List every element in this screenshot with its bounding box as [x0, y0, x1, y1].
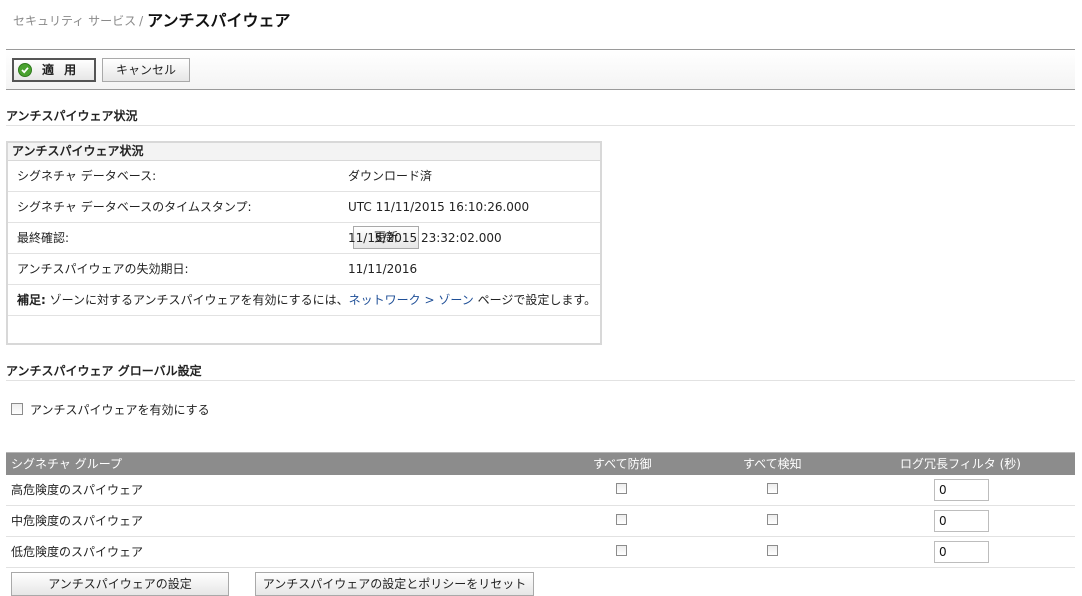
prevent-all-checkbox[interactable] [616, 514, 627, 525]
apply-button-label: 適 用 [42, 63, 80, 77]
status-row-timestamp: シグネチャ データベースのタイムスタンプ: UTC 11/11/2015 16:… [8, 192, 600, 249]
column-header-detect-all[interactable]: すべて検知 [743, 453, 802, 475]
apply-button[interactable]: 適 用 [12, 58, 96, 82]
signature-group-table: シグネチャ グループ すべて防御 すべて検知 ログ冗長フィルタ (秒) 高危険度… [6, 452, 1075, 568]
status-value: 11/15/2015 23:32:02.000 [348, 231, 502, 245]
status-label: 最終確認: [17, 231, 70, 245]
signature-group-name: 高危険度のスパイウェア [11, 483, 144, 497]
network-zone-link[interactable]: ネットワーク > ゾーン [349, 293, 474, 307]
signature-group-name: 低危険度のスパイウェア [11, 545, 144, 559]
status-row-last-checked: 最終確認: 11/15/2015 23:32:02.000 [8, 223, 600, 254]
status-row-signature-db: シグネチャ データベース: ダウンロード済 [8, 161, 600, 192]
signature-group-name: 中危険度のスパイウェア [11, 514, 144, 528]
antispyware-settings-button[interactable]: アンチスパイウェアの設定 [11, 572, 229, 596]
log-filter-input[interactable] [934, 541, 989, 563]
note-row: 補足: ゾーンに対するアンチスパイウェアを有効にするには、ネットワーク > ゾー… [8, 285, 600, 316]
note-suffix: ページで設定します。 [473, 293, 597, 307]
table-row: 高危険度のスパイウェア [6, 475, 1075, 506]
table-row: 低危険度のスパイウェア [6, 537, 1075, 568]
status-value: ダウンロード済 [348, 169, 433, 183]
status-box: アンチスパイウェア状況 シグネチャ データベース: ダウンロード済 シグネチャ … [6, 141, 602, 345]
breadcrumb-separator: / [139, 14, 144, 28]
note-prefix: 補足: [17, 293, 46, 307]
enable-antispyware-checkbox[interactable] [11, 402, 23, 415]
breadcrumb-parent[interactable]: セキュリティ サービス [13, 14, 136, 28]
status-label: シグネチャ データベースのタイムスタンプ: [17, 200, 252, 214]
page-title: アンチスパイウェア [147, 11, 291, 30]
breadcrumb: セキュリティ サービス / アンチスパイウェア [13, 7, 291, 31]
prevent-all-checkbox[interactable] [616, 483, 627, 494]
status-label: アンチスパイウェアの失効期日: [17, 262, 189, 276]
detect-all-checkbox[interactable] [767, 483, 778, 494]
log-filter-input[interactable] [934, 479, 989, 501]
reset-settings-button[interactable]: アンチスパイウェアの設定とポリシーをリセット [255, 572, 534, 596]
cancel-button[interactable]: キャンセル [102, 58, 190, 82]
enable-antispyware-row: アンチスパイウェアを有効にする [11, 400, 210, 420]
status-label: シグネチャ データベース: [17, 169, 157, 183]
table-header: シグネチャ グループ すべて防御 すべて検知 ログ冗長フィルタ (秒) [6, 452, 1075, 475]
enable-antispyware-label[interactable]: アンチスパイウェアを有効にする [30, 403, 210, 417]
prevent-all-checkbox[interactable] [616, 545, 627, 556]
detect-all-checkbox[interactable] [767, 514, 778, 525]
note-text: ゾーンに対するアンチスパイウェアを有効にするには、 [45, 293, 349, 307]
log-filter-input[interactable] [934, 510, 989, 532]
status-box-title: アンチスパイウェア状況 [8, 143, 600, 161]
detect-all-checkbox[interactable] [767, 545, 778, 556]
toolbar: 適 用 キャンセル [6, 49, 1075, 90]
status-section-title: アンチスパイウェア状況 [6, 107, 1075, 126]
column-header-log-filter: ログ冗長フィルタ (秒) [900, 457, 1021, 471]
column-header-prevent-all[interactable]: すべて防御 [593, 453, 652, 475]
global-section-title: アンチスパイウェア グローバル設定 [6, 362, 1075, 381]
status-value: 11/11/2016 [348, 262, 418, 276]
table-row: 中危険度のスパイウェア [6, 506, 1075, 537]
status-row-expiration: アンチスパイウェアの失効期日: 11/11/2016 [8, 254, 600, 285]
column-header-signature-group: シグネチャ グループ [11, 457, 122, 471]
check-icon [18, 63, 32, 77]
timestamp-value: UTC 11/11/2015 16:10:26.000 [348, 200, 530, 214]
